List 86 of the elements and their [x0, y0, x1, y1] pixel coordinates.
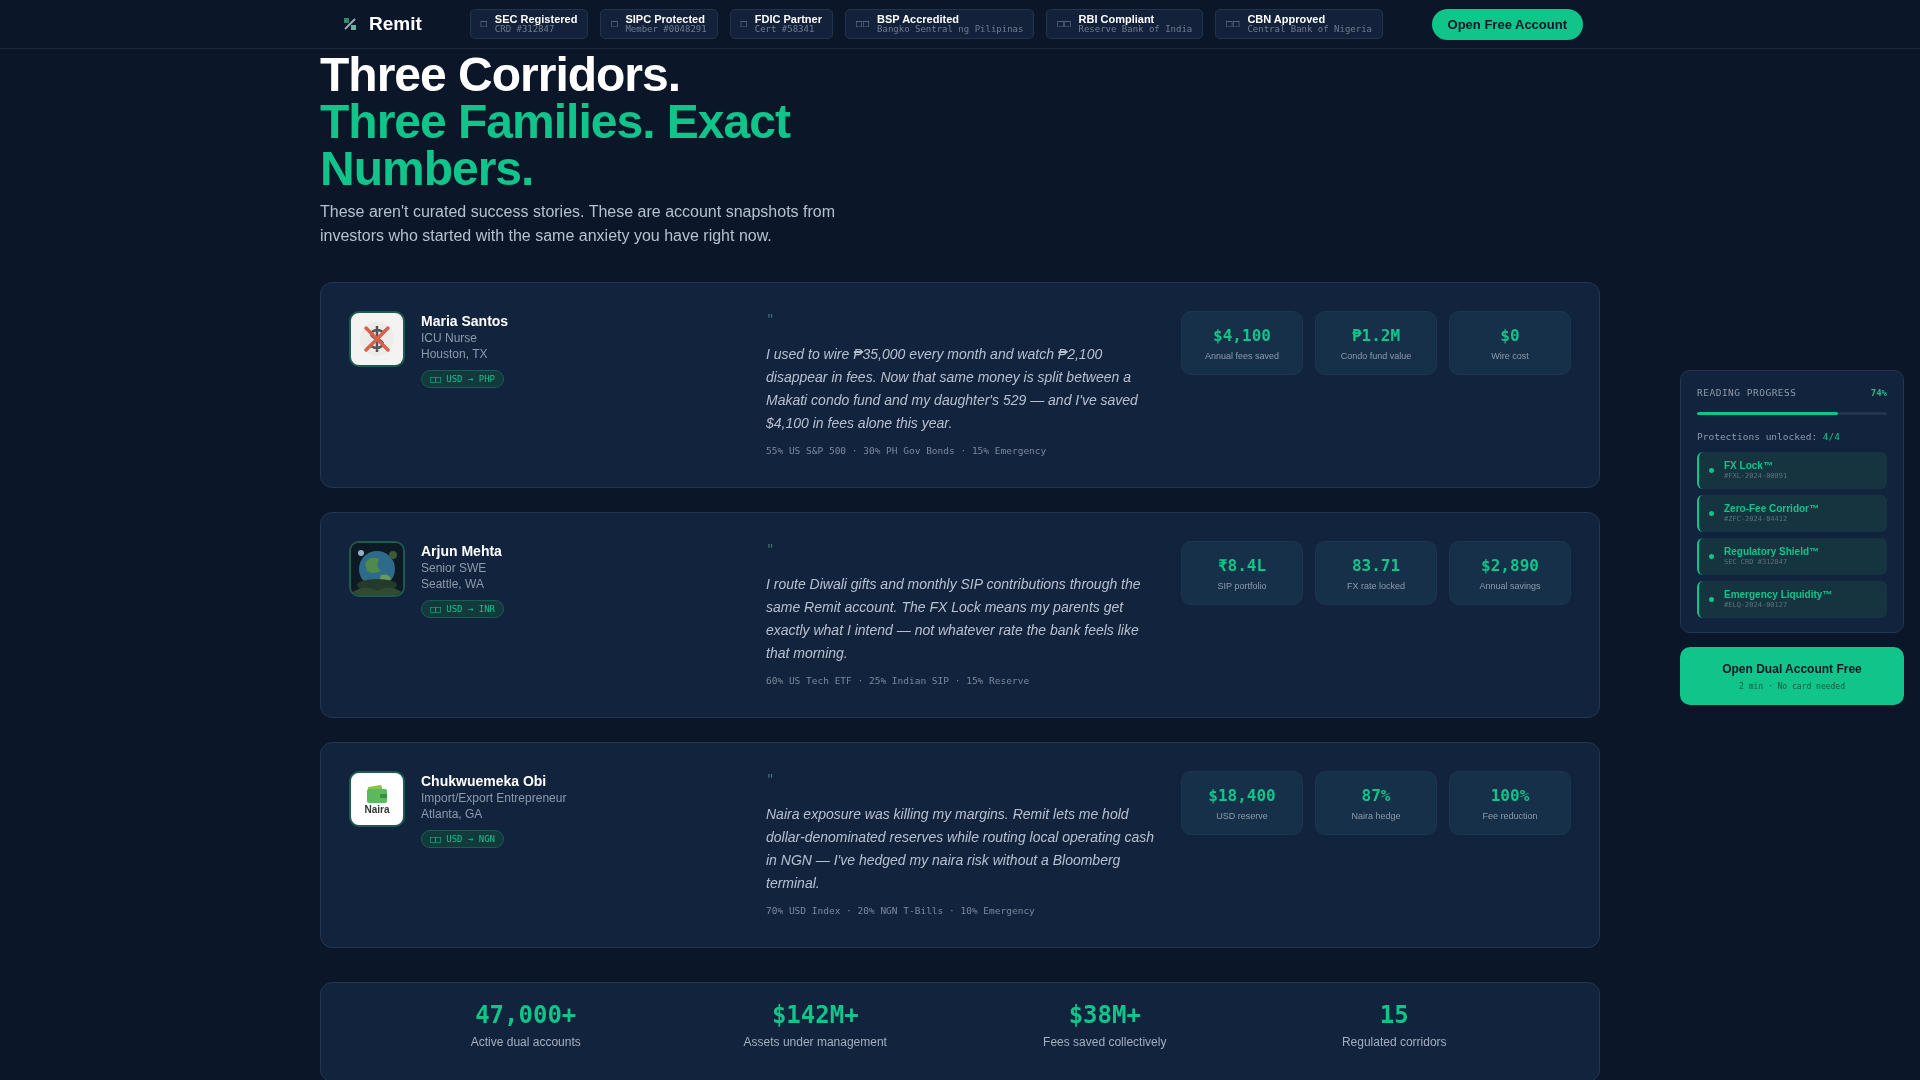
person-location: Seattle, WA	[421, 577, 484, 591]
allocation-text: 60% US Tech ETF · 25% Indian SIP · 15% Reserve	[766, 675, 1031, 686]
lead-paragraph: These aren't curated success stories. These are account snapshots from investors who started with the same anxiety you have right now.	[320, 202, 836, 246]
person-location: Houston, TX	[421, 347, 488, 361]
corridor-tag: □□ USD → PHP	[421, 370, 505, 388]
brand-name[interactable]: Remit	[369, 13, 422, 35]
status-dot-icon	[1709, 511, 1714, 516]
badge-subtitle: Reserve Bank of India	[1078, 25, 1193, 35]
badge-title: CBN Approved	[1247, 13, 1327, 25]
metric-value: ₱1.2M	[1351, 325, 1401, 345]
badge-title: SIPC Protected	[625, 13, 706, 25]
wallet-logo: Naira	[349, 771, 405, 827]
person-location: Atlanta, GA	[421, 807, 483, 821]
status-dot-icon	[1709, 468, 1714, 473]
open-account-button[interactable]: Open Free Account	[1431, 8, 1583, 40]
badge-title: BSP Accredited	[877, 13, 960, 25]
avatar-no-dollar-icon	[349, 311, 405, 367]
quote-mark: "	[766, 541, 776, 557]
quote-text: Naira exposure was killing my margins. Remit lets me hold dollar-denominated reserves while routing local operating cash in NGN — I've hedged my naira risk without a Bloomberg terminal.	[766, 805, 1156, 893]
logo-icon	[343, 17, 357, 31]
person-role: ICU Nurse	[421, 331, 477, 345]
corridor-tag: □□ USD → INR	[421, 600, 505, 618]
protection-name: Zero-Fee Corridor™	[1724, 503, 1819, 515]
protection-name: FX Lock™	[1724, 460, 1774, 472]
metric-value: $2,890	[1481, 555, 1539, 575]
metric-label: USD reserve	[1216, 810, 1268, 821]
metric-label: SIP portfolio	[1217, 580, 1267, 591]
stat-value: 15	[1379, 1001, 1409, 1029]
metric-label: Annual savings	[1479, 580, 1541, 591]
status-dot-icon	[1709, 554, 1714, 559]
metric-value: $18,400	[1208, 785, 1276, 805]
badge-subtitle: Bangko Sentral ng Pilipinas	[877, 25, 1024, 35]
stat-value: 47,000+	[475, 1001, 577, 1029]
allocation-text: 55% US S&P 500 · 30% PH Gov Bonds · 15% Emergency	[766, 445, 1048, 456]
metric-value: ₹8.4L	[1217, 555, 1267, 575]
placeholder-glyph-icon: □□	[856, 18, 871, 30]
person-role: Import/Export Entrepreneur	[421, 791, 567, 805]
metric-label: Annual fees saved	[1204, 350, 1280, 361]
placeholder-glyph-icon: □□	[1226, 18, 1241, 30]
badge-subtitle: Central Bank of Nigeria	[1247, 25, 1372, 35]
quote-mark: "	[766, 311, 776, 327]
metric-label: FX rate locked	[1347, 580, 1405, 591]
metric-value: 100%	[1490, 785, 1530, 805]
placeholder-glyph-icon: □	[740, 18, 748, 30]
corridor-tag: □□ USD → NGN	[421, 830, 505, 848]
person-name: Arjun Mehta	[421, 543, 502, 559]
metric-label: Naira hedge	[1351, 810, 1401, 821]
badge-subtitle: Member #0048291	[625, 25, 707, 35]
stat-label: Fees saved collectively	[1043, 1035, 1167, 1049]
open-dual-account-button[interactable]: Open Dual Account Free 2 min · No card needed	[1680, 647, 1904, 705]
status-dot-icon	[1709, 597, 1714, 602]
protection-name: Regulatory Shield™	[1724, 546, 1819, 559]
stat-label: Assets under management	[743, 1035, 887, 1049]
metric-value: $4,100	[1213, 325, 1271, 345]
badge-subtitle: CRD #312847	[494, 25, 555, 35]
metric-value: 87%	[1361, 785, 1391, 805]
badge-title: RBI Compliant	[1078, 13, 1156, 25]
badge-subtitle: Cert #58341	[754, 25, 816, 35]
metric-label: Fee reduction	[1482, 810, 1538, 821]
metric-value: $0	[1500, 325, 1520, 345]
allocation-text: 70% USD Index · 20% NGN T-Bills · 10% Emergency	[766, 905, 1036, 916]
quote-text: I used to wire ₱35,000 every month and watch ₱2,100 disappear in fees. Now that same money is split between a Makati condo fund and my daughter's 529 — and I've saved $4,100 in fees alone this year.	[766, 345, 1139, 433]
progress-reading: 74%	[1870, 387, 1887, 398]
person-name: Chukwuemeka Obi	[421, 773, 547, 789]
headline-accent-line: Numbers.	[320, 145, 535, 192]
metric-label: Condo fund value	[1340, 350, 1412, 361]
protection-name: Emergency Liquidity™	[1724, 589, 1833, 602]
stat-label: Regulated corridors	[1341, 1035, 1447, 1049]
person-role: Senior SWE	[421, 561, 487, 575]
stat-label: Active dual accounts	[470, 1035, 581, 1049]
person-name: Maria Santos	[421, 313, 509, 329]
placeholder-glyph-icon: □	[611, 18, 619, 30]
placeholder-glyph-icon: □	[480, 18, 488, 30]
headline-line: Three Corridors.	[320, 51, 682, 98]
quote-mark: "	[766, 771, 776, 787]
metric-value: 83.71	[1351, 555, 1401, 575]
unlocked-count-text: Protections unlocked: 4/4	[1697, 431, 1841, 442]
placeholder-glyph-icon: □□	[1057, 18, 1072, 30]
headline-accent-line: Three Families. Exact	[320, 98, 792, 145]
badge-title: SEC Registered	[494, 13, 578, 25]
quote-text: I route Diwali gifts and monthly SIP contributions through the same Remit account. The FX Lock means my parents get exactly what I intend — not whatever rate the bank feels like that morning.	[766, 575, 1142, 663]
stat-value: $38M+	[1068, 1001, 1141, 1029]
stat-value: $142M+	[771, 1001, 859, 1029]
badge-title: FDIC Partner	[754, 13, 822, 25]
metric-label: Wire cost	[1491, 350, 1529, 361]
panel-title: READING PROGRESS	[1697, 387, 1797, 398]
